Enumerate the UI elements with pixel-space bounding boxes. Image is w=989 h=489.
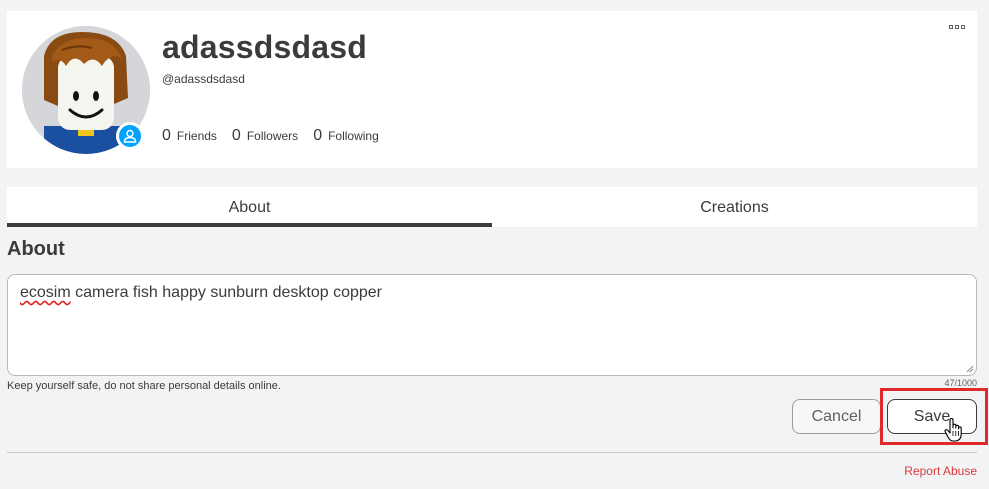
following-label: Following xyxy=(328,129,379,143)
about-heading: About xyxy=(7,238,65,260)
cancel-button[interactable]: Cancel xyxy=(792,399,881,434)
tab-creations[interactable]: Creations xyxy=(492,187,977,227)
friends-stat[interactable]: 0 Friends xyxy=(162,127,217,145)
following-stat[interactable]: 0 Following xyxy=(313,127,379,145)
divider xyxy=(7,452,977,453)
report-abuse-link[interactable]: Report Abuse xyxy=(904,464,977,478)
resize-grip-icon[interactable] xyxy=(966,365,974,373)
friends-label: Friends xyxy=(176,129,217,143)
about-text-misspelled-word: ecosim xyxy=(20,284,71,301)
followers-stat[interactable]: 0 Followers xyxy=(232,127,298,145)
username-handle: @adassdsdasd xyxy=(162,72,245,86)
safety-hint: Keep yourself safe, do not share persona… xyxy=(7,380,281,392)
user-icon xyxy=(123,129,137,143)
friends-count: 0 xyxy=(162,127,171,144)
tab-about[interactable]: About xyxy=(7,187,492,227)
display-name: adassdsdasd xyxy=(162,29,367,65)
profile-header-card: adassdsdasd @adassdsdasd 0 Friends 0 Fol… xyxy=(7,11,977,168)
about-text: camera fish happy sunburn desktop copper xyxy=(70,284,382,301)
highlight-box xyxy=(880,388,988,445)
hand-pointer-icon xyxy=(944,418,962,442)
profile-tabs: About Creations xyxy=(7,187,977,227)
followers-count: 0 xyxy=(231,127,241,144)
character-count: 47/1000 xyxy=(944,378,977,388)
about-textarea[interactable]: ecosim camera fish happy sunburn desktop… xyxy=(7,274,977,376)
following-count: 0 xyxy=(313,127,323,144)
profile-stats: 0 Friends 0 Followers 0 Following xyxy=(162,127,379,145)
followers-label: Followers xyxy=(246,129,299,143)
more-dots-icon[interactable] xyxy=(949,25,965,29)
presence-badge xyxy=(116,122,144,150)
